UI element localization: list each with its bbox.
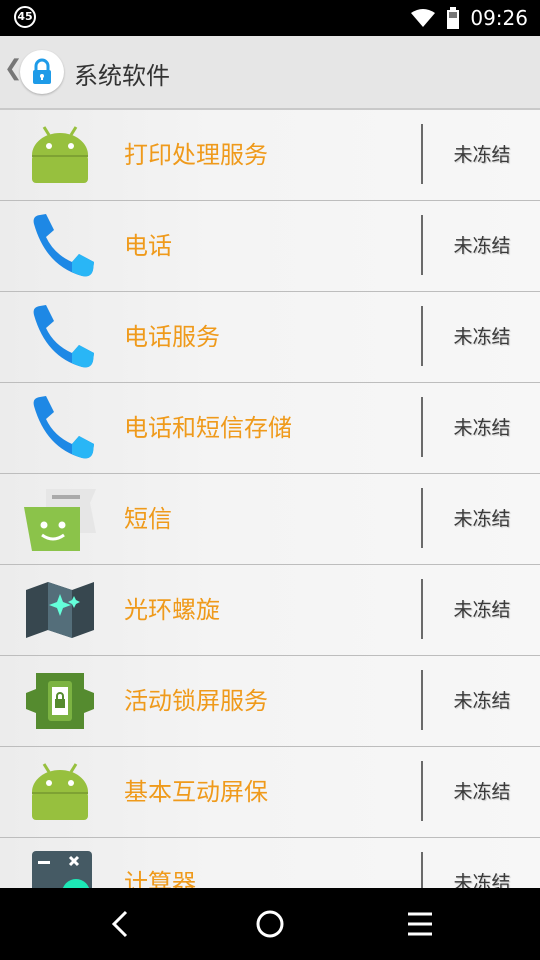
notification-badge: 45 [14,6,36,28]
list-item[interactable]: 短信 未冻结 [0,474,540,565]
divider [421,397,423,457]
app-name: 打印处理服务 [124,141,268,169]
calculator-icon [32,851,92,888]
phone-icon [33,214,94,277]
status-icons: 09:26 [410,0,528,36]
app-name: 光环螺旋 [124,596,220,624]
app-logo[interactable] [20,50,64,94]
status-bar: 45 09:26 [0,0,540,36]
action-bar: ❮ 系统软件 [0,36,540,110]
nav-menu-icon[interactable] [400,904,440,944]
freeze-status[interactable]: 未冻结 [440,747,524,837]
nav-home-icon[interactable] [250,904,290,944]
list-item[interactable]: 电话 未冻结 [0,201,540,292]
divider [421,579,423,639]
list-item[interactable]: 基本互动屏保 未冻结 [0,747,540,838]
freeze-status[interactable]: 未冻结 [440,292,524,382]
list-item[interactable]: 电话和短信存储 未冻结 [0,383,540,474]
app-name: 活动锁屏服务 [124,687,268,715]
freeze-status[interactable]: 未冻结 [440,838,524,888]
freeze-status[interactable]: 未冻结 [440,110,524,200]
clock: 09:26 [470,6,528,30]
page-title: 系统软件 [74,62,170,90]
app-name: 计算器 [124,869,196,888]
list-item[interactable]: 打印处理服务 未冻结 [0,110,540,201]
app-name: 基本互动屏保 [124,778,268,806]
app-name: 短信 [124,505,172,533]
android-icon [32,763,88,820]
freeze-status[interactable]: 未冻结 [440,201,524,291]
app-name: 电话和短信存储 [124,414,292,442]
divider [421,124,423,184]
list-item[interactable]: 光环螺旋 未冻结 [0,565,540,656]
divider [421,215,423,275]
list-item[interactable]: 电话服务 未冻结 [0,292,540,383]
list-item[interactable]: 活动锁屏服务 未冻结 [0,656,540,747]
lock-icon [33,58,51,84]
divider [421,306,423,366]
divider [421,852,423,888]
android-icon [32,126,88,183]
wifi-icon [411,9,436,27]
freeze-status[interactable]: 未冻结 [440,474,524,564]
divider [421,670,423,730]
sms-icon [24,489,96,551]
list-item[interactable]: 计算器 未冻结 [0,838,540,888]
battery-icon [447,7,460,29]
app-name: 电话服务 [124,323,220,351]
navigation-bar [0,888,540,960]
app-name: 电话 [124,232,172,260]
phone-icon [33,396,94,459]
freeze-status[interactable]: 未冻结 [440,565,524,655]
app-list[interactable]: 打印处理服务 未冻结 电话 未冻结 电话服务 未冻结 电话和短信存储 未冻结 短… [0,110,540,888]
phone-icon [33,305,94,368]
puzzle-lock-icon [26,673,94,729]
divider [421,488,423,548]
map-sparkle-icon [26,582,94,638]
freeze-status[interactable]: 未冻结 [440,656,524,746]
nav-back-icon[interactable] [100,904,140,944]
freeze-status[interactable]: 未冻结 [440,383,524,473]
divider [421,761,423,821]
